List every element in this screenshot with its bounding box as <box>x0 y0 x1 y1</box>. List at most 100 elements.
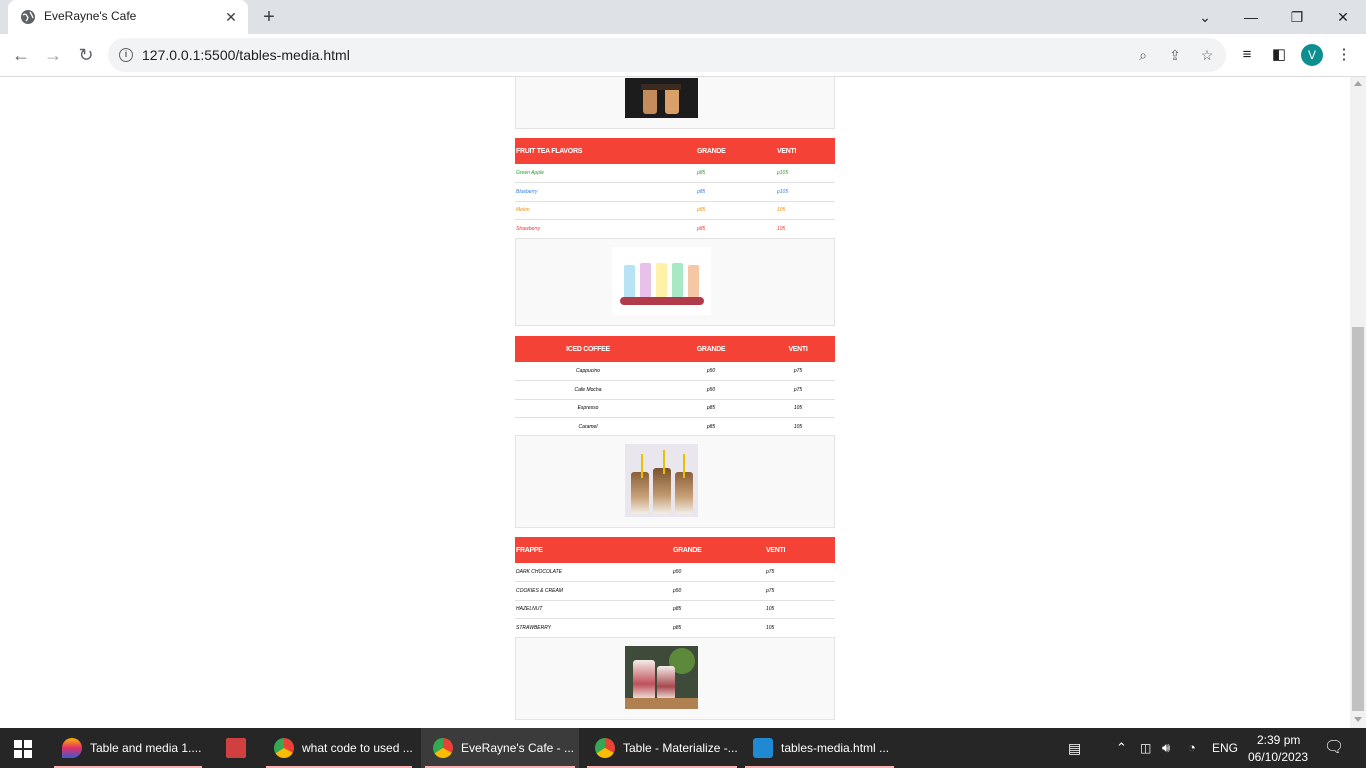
taskbar-app-label: Table - Materialize -... <box>623 741 738 755</box>
grande-price: p85 <box>661 417 761 437</box>
address-bar[interactable]: i 127.0.0.1:5500/tables-media.html ⌕ ⇪ ☆ <box>108 38 1226 72</box>
flavor-name: Green Apple <box>515 164 696 183</box>
wifi-icon[interactable]: ◔ <box>1188 740 1196 756</box>
browser-toolbar: ← → ↻ i 127.0.0.1:5500/tables-media.html… <box>0 34 1366 77</box>
taskbar-app-label: EveRayne's Cafe - ... <box>461 741 575 755</box>
grande-price: p50 <box>661 380 761 400</box>
drink-name: Cappucino <box>515 362 661 381</box>
chrome-icon <box>433 738 453 758</box>
grande-price: p85 <box>696 164 776 183</box>
grande-price: p50 <box>672 563 765 582</box>
close-tab-icon[interactable]: ✕ <box>222 8 240 26</box>
scroll-down-icon[interactable] <box>1354 717 1362 722</box>
windows-start-icon[interactable] <box>14 740 32 758</box>
drink-name: Cafe Mocha <box>515 380 661 400</box>
profile-avatar[interactable]: V <box>1301 44 1323 66</box>
grande-price: p85 <box>672 600 765 619</box>
drink-name: DARK CHOCOLATE <box>515 563 672 582</box>
frappe-table: FRAPPE GRANDE VENTI DARK CHOCOLATE p50 p75… <box>515 537 835 638</box>
media-queue-icon[interactable]: ≡ <box>1236 44 1258 66</box>
venti-price: p75 <box>765 581 835 601</box>
table-row: Cafe Mocha p50 p75 <box>515 380 835 400</box>
table-row: Espresso p85 105 <box>515 399 835 418</box>
page-viewport: FRUIT TEA FLAVORS GRANDE VENTI Green App… <box>0 77 1350 728</box>
drink-name: COOKIES & CREAM <box>515 581 672 601</box>
scrollbar-thumb[interactable] <box>1352 327 1364 711</box>
vscode-icon <box>753 738 773 758</box>
restore-icon[interactable]: ❐ <box>1285 6 1309 28</box>
share-icon[interactable]: ⇪ <box>1166 46 1184 64</box>
globe-icon <box>21 10 35 24</box>
scroll-up-icon[interactable] <box>1354 81 1362 86</box>
tab-strip: EveRayne's Cafe ✕ + ⌄ — ❐ ✕ <box>0 0 1366 34</box>
chrome-icon <box>595 738 615 758</box>
windows-taskbar: Table and media 1.... what code to used … <box>0 728 1366 768</box>
grande-price: p50 <box>661 362 761 381</box>
show-hidden-icons-chevron-icon[interactable]: ⌃ <box>1116 740 1127 756</box>
venti-price: 105 <box>761 417 835 437</box>
forward-icon[interactable]: → <box>42 44 64 66</box>
menu-kebab-icon[interactable]: ⋮ <box>1333 44 1355 66</box>
close-window-icon[interactable]: ✕ <box>1331 6 1355 28</box>
table-row: Strawberry p85 105 <box>515 219 835 239</box>
tab-search-icon[interactable]: ⌄ <box>1193 6 1217 28</box>
table-header: ICED COFFEE <box>515 336 661 362</box>
fruit-tea-table: FRUIT TEA FLAVORS GRANDE VENTI Green App… <box>515 138 835 239</box>
meet-now-icon[interactable]: ◫ <box>1140 740 1151 756</box>
side-panel-icon[interactable]: ◧ <box>1268 44 1290 66</box>
clock-time[interactable]: 2:39 pm <box>1257 732 1300 748</box>
table-row: STRAWBERRY p85 105 <box>515 618 835 638</box>
grande-price: p50 <box>672 581 765 601</box>
grande-price: p85 <box>696 182 776 202</box>
fruit-tea-image <box>612 247 711 315</box>
grande-price: p85 <box>661 399 761 418</box>
taskbar-app-paint[interactable]: Table and media 1.... <box>50 728 206 768</box>
venti-price: 105 <box>776 201 835 220</box>
taskbar-app-snipping[interactable] <box>214 728 258 768</box>
new-tab-icon[interactable]: + <box>258 6 280 28</box>
info-icon[interactable]: i <box>119 48 133 62</box>
table-row: Blueberry p85 p105 <box>515 182 835 202</box>
drink-name: Caramel <box>515 417 661 437</box>
taskbar-app-label: what code to used ... <box>302 741 413 755</box>
table-header: VENTI <box>761 336 835 362</box>
venti-price: p75 <box>761 362 835 381</box>
taskbar-app-chrome-1[interactable]: what code to used ... <box>262 728 416 768</box>
page-scrollbar[interactable] <box>1350 77 1366 728</box>
grande-price: p85 <box>696 219 776 239</box>
taskbar-app-vscode[interactable]: tables-media.html ... <box>741 728 898 768</box>
reload-icon[interactable]: ↻ <box>75 44 97 66</box>
media-card <box>515 77 835 129</box>
media-card <box>515 637 835 720</box>
minimize-icon[interactable]: — <box>1239 6 1263 28</box>
venti-price: 105 <box>776 219 835 239</box>
grande-price: p85 <box>672 618 765 638</box>
chrome-icon <box>274 738 294 758</box>
table-header: FRAPPE <box>515 537 672 563</box>
input-language[interactable]: ENG <box>1212 740 1238 756</box>
media-card <box>515 238 835 326</box>
notification-icon[interactable]: 🗨︎ <box>1324 740 1344 756</box>
venti-price: p75 <box>765 563 835 582</box>
tab-title: EveRayne's Cafe <box>44 9 137 23</box>
venti-price: 105 <box>765 600 835 619</box>
taskbar-app-chrome-3[interactable]: Table - Materialize -... <box>583 728 741 768</box>
table-row: HAZELNUT p85 105 <box>515 600 835 619</box>
table-row: Melon p85 105 <box>515 201 835 220</box>
url-text[interactable]: 127.0.0.1:5500/tables-media.html <box>142 47 350 63</box>
bookmark-star-icon[interactable]: ☆ <box>1198 46 1216 64</box>
drink-name: HAZELNUT <box>515 600 672 619</box>
zoom-icon[interactable]: ⌕ <box>1134 46 1152 64</box>
table-row: Cappucino p50 p75 <box>515 362 835 381</box>
drink-name: STRAWBERRY <box>515 618 672 638</box>
browser-tab[interactable]: EveRayne's Cafe ✕ <box>8 0 248 34</box>
back-icon[interactable]: ← <box>10 44 32 66</box>
taskbar-app-chrome-active[interactable]: EveRayne's Cafe - ... <box>421 728 579 768</box>
drink-name: Espresso <box>515 399 661 418</box>
news-widget-icon[interactable]: ▤ <box>1068 740 1081 756</box>
volume-icon[interactable]: 🔊︎ <box>1162 740 1170 756</box>
clock-date[interactable]: 06/10/2023 <box>1248 749 1308 765</box>
table-header: GRANDE <box>696 138 776 164</box>
table-header: FRUIT TEA FLAVORS <box>515 138 696 164</box>
venti-price: p105 <box>776 164 835 183</box>
